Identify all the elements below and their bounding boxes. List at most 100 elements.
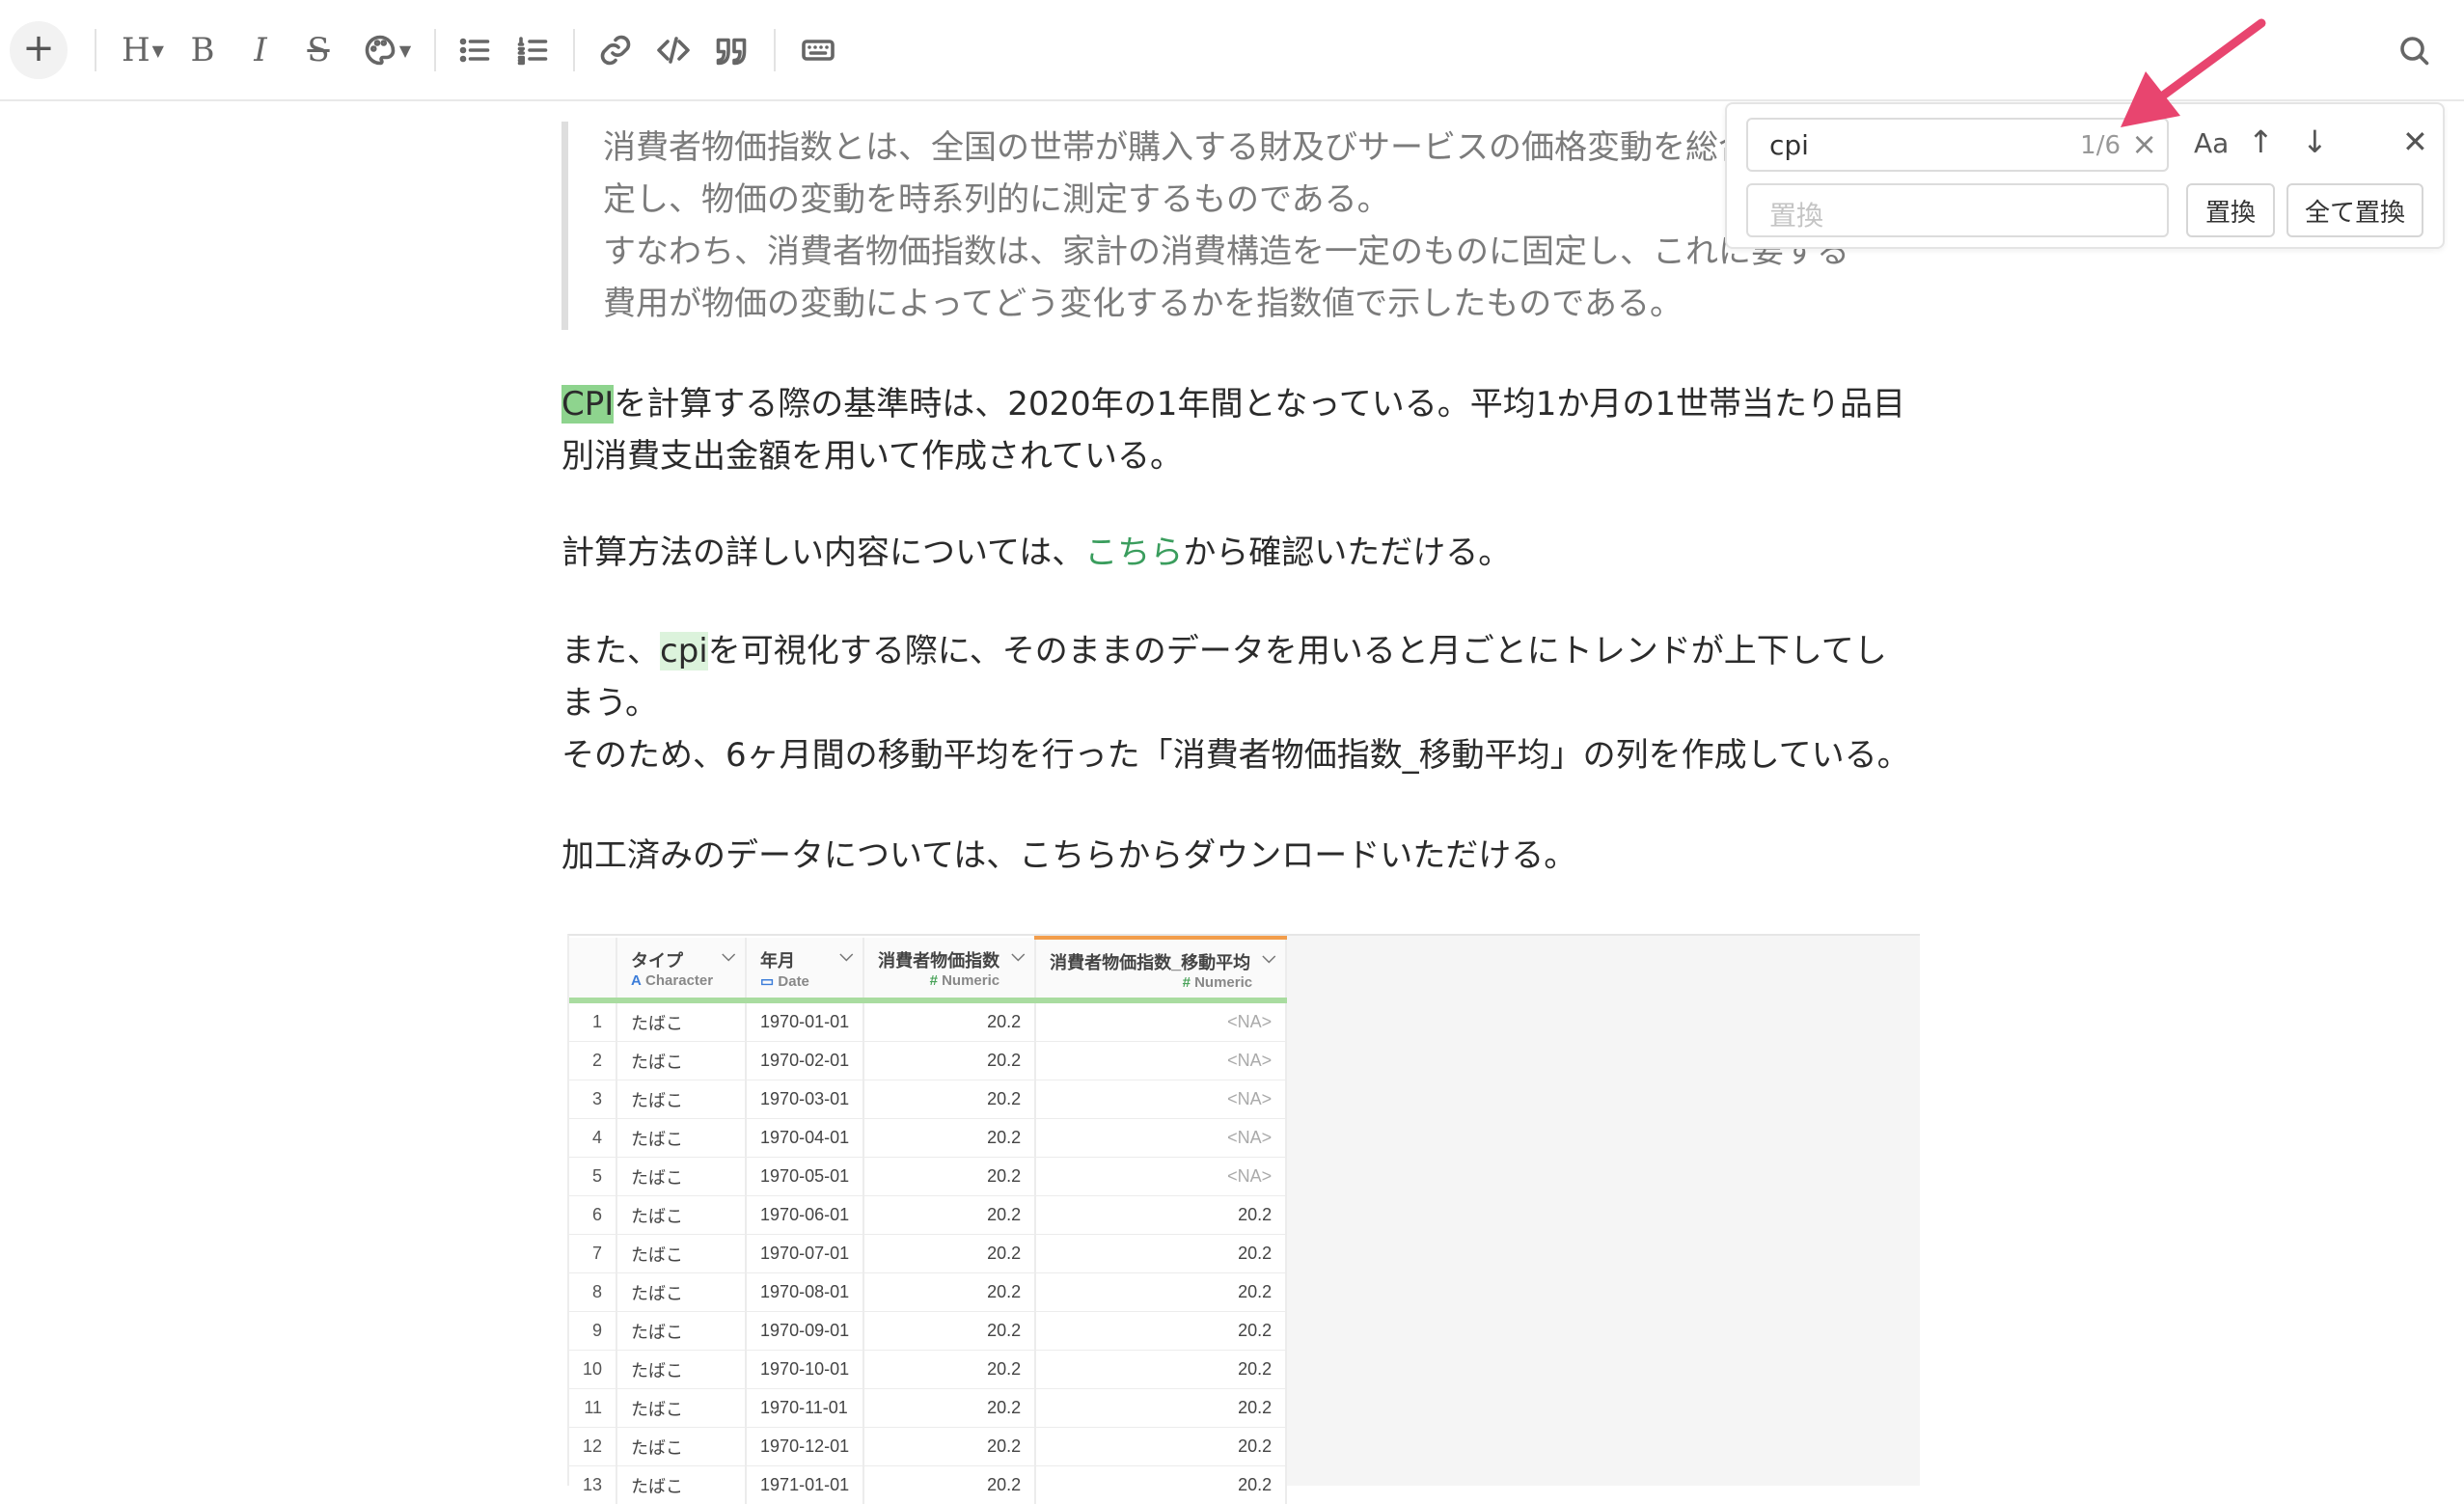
strikethrough-button[interactable]: S <box>295 25 342 75</box>
cell-cpi-moving-average: 20.2 <box>1035 1351 1286 1389</box>
cell-cpi: 20.2 <box>863 1235 1035 1273</box>
add-block-button[interactable]: + <box>10 21 68 79</box>
replace-button[interactable]: 置換 <box>2186 183 2275 237</box>
numeric-type-icon: # <box>1183 974 1191 991</box>
cell-cpi: 20.2 <box>863 1000 1035 1042</box>
chevron-down-icon[interactable]: ⌵ <box>839 945 853 966</box>
column-name: 年月 <box>760 947 795 972</box>
method-link[interactable]: こちら <box>1084 533 1183 572</box>
quote-line: 費用が物価の変動によってどう変化するかを指数値で示したものである。 <box>603 278 1934 330</box>
row-number: 8 <box>569 1273 616 1312</box>
cell-cpi-moving-average: 20.2 <box>1035 1389 1286 1428</box>
column-header[interactable]: タイプ ⌵ A Character <box>616 938 746 1000</box>
cell-date: 1971-01-01 <box>746 1466 863 1504</box>
cell-cpi: 20.2 <box>863 1466 1035 1504</box>
chevron-down-icon[interactable]: ⌵ <box>1011 945 1025 966</box>
cell-cpi-moving-average: <NA> <box>1035 1042 1286 1080</box>
cell-cpi-moving-average: 20.2 <box>1035 1466 1286 1504</box>
cell-cpi: 20.2 <box>863 1389 1035 1428</box>
cell-cpi-moving-average: 20.2 <box>1035 1273 1286 1312</box>
cell-cpi: 20.2 <box>863 1080 1035 1119</box>
code-button[interactable] <box>650 25 697 75</box>
italic-button[interactable]: I <box>237 25 284 75</box>
column-header[interactable]: 年月 ⌵ ▭ Date <box>746 938 863 1000</box>
keyboard-icon <box>801 33 835 68</box>
column-type: # Numeric <box>1183 974 1253 991</box>
column-name: 消費者物価指数_移動平均 <box>1050 949 1250 974</box>
data-table: タイプ ⌵ A Character 年月 ⌵ ▭ Date 消費者物価指数 ⌵ … <box>569 936 1287 1504</box>
bullet-list-button[interactable] <box>452 25 498 75</box>
row-number: 10 <box>569 1351 616 1389</box>
row-number: 3 <box>569 1080 616 1119</box>
cell-date: 1970-12-01 <box>746 1428 863 1466</box>
cell-date: 1970-03-01 <box>746 1080 863 1119</box>
text-color-button[interactable]: ▼ <box>353 25 421 75</box>
column-type: A Character <box>631 972 713 989</box>
heading-button[interactable]: H▼ <box>114 25 172 75</box>
cell-date: 1970-11-01 <box>746 1389 863 1428</box>
cell-type: たばこ <box>616 1158 746 1196</box>
column-type-label: Numeric <box>1194 974 1252 991</box>
row-number: 7 <box>569 1235 616 1273</box>
table-row: 6たばこ1970-06-0120.220.2 <box>569 1196 1286 1235</box>
cell-cpi: 20.2 <box>863 1273 1035 1312</box>
numeric-type-icon: # <box>930 972 938 989</box>
numbered-list-button[interactable] <box>509 25 556 75</box>
cell-cpi-moving-average: 20.2 <box>1035 1235 1286 1273</box>
chevron-down-icon[interactable]: ⌵ <box>722 945 735 966</box>
paragraph-moving-average: また、cpiを可視化する際に、そのままのデータを用いると月ごとにトレンドが上下し… <box>561 625 1931 781</box>
toolbar-divider <box>95 29 96 71</box>
table-row: 4たばこ1970-04-0120.2<NA> <box>569 1119 1286 1158</box>
cell-type: たばこ <box>616 1428 746 1466</box>
table-row: 11たばこ1970-11-0120.220.2 <box>569 1389 1286 1428</box>
chevron-down-icon[interactable]: ⌵ <box>1262 947 1275 968</box>
cell-date: 1970-10-01 <box>746 1351 863 1389</box>
column-name: 消費者物価指数 <box>878 947 999 972</box>
cell-date: 1970-05-01 <box>746 1158 863 1196</box>
bold-button[interactable]: B <box>179 25 226 75</box>
replace-input[interactable]: 置換 <box>1746 183 2169 237</box>
table-row: 13たばこ1971-01-0120.220.2 <box>569 1466 1286 1504</box>
column-header[interactable]: 消費者物価指数 ⌵ # Numeric <box>863 938 1035 1000</box>
table-empty-area <box>1287 936 1920 1486</box>
calendar-icon: ▭ <box>760 973 774 990</box>
chevron-down-icon: ▼ <box>152 41 164 60</box>
row-number: 1 <box>569 1000 616 1042</box>
paragraph-text: まう。 <box>561 684 658 723</box>
search-icon <box>2396 33 2431 68</box>
column-type: # Numeric <box>930 972 1000 989</box>
link-icon <box>598 33 633 68</box>
cell-type: たばこ <box>616 1351 746 1389</box>
replace-all-button[interactable]: 全て置換 <box>2286 183 2423 237</box>
cell-type: たばこ <box>616 1312 746 1351</box>
palette-icon <box>363 33 397 68</box>
table-row: 7たばこ1970-07-0120.220.2 <box>569 1235 1286 1273</box>
row-number: 13 <box>569 1466 616 1504</box>
table-row: 9たばこ1970-09-0120.220.2 <box>569 1312 1286 1351</box>
search-match-active: CPI <box>561 385 614 424</box>
toolbar-divider <box>434 29 436 71</box>
cell-cpi-moving-average: <NA> <box>1035 1119 1286 1158</box>
close-icon[interactable]: ✕ <box>2402 123 2428 160</box>
cell-type: たばこ <box>616 1000 746 1042</box>
cell-cpi: 20.2 <box>863 1351 1035 1389</box>
cell-cpi-moving-average: 20.2 <box>1035 1428 1286 1466</box>
paragraph-base-period: CPIを計算する際の基準時は、2020年の1年間となっている。平均1か月の1世帯… <box>561 378 1931 482</box>
cell-date: 1970-07-01 <box>746 1235 863 1273</box>
cell-cpi-moving-average: <NA> <box>1035 1158 1286 1196</box>
cell-cpi: 20.2 <box>863 1042 1035 1080</box>
paragraph-download: 加工済みのデータについては、こちらからダウンロードいただける。 <box>561 830 1931 882</box>
cell-type: たばこ <box>616 1196 746 1235</box>
search-match: cpi <box>660 632 708 670</box>
cell-cpi: 20.2 <box>863 1196 1035 1235</box>
cell-cpi: 20.2 <box>863 1312 1035 1351</box>
quote-button[interactable] <box>708 25 754 75</box>
search-button[interactable] <box>2389 25 2439 75</box>
column-header-selected[interactable]: 消費者物価指数_移動平均 ⌵ # Numeric <box>1035 938 1286 1000</box>
table-row: 12たばこ1970-12-0120.220.2 <box>569 1428 1286 1466</box>
link-button[interactable] <box>592 25 639 75</box>
arrow-down-icon[interactable]: ↓ <box>2302 123 2328 160</box>
editor-toolbar: + H▼ B I S ▼ <box>0 0 2464 101</box>
row-number: 2 <box>569 1042 616 1080</box>
keyboard-shortcuts-button[interactable] <box>793 25 843 75</box>
